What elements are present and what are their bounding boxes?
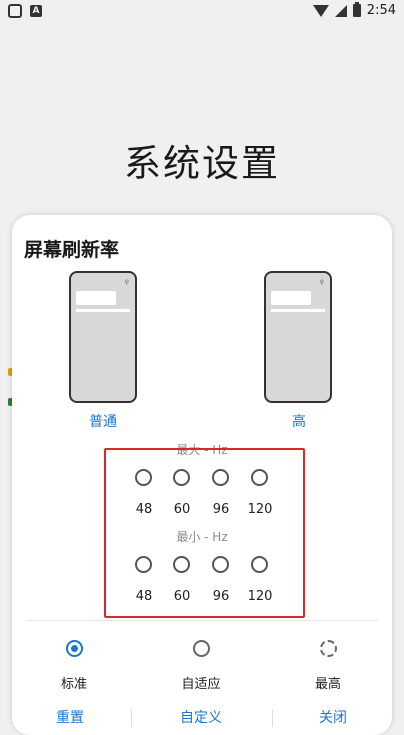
mode-radio-standard[interactable] <box>66 640 83 657</box>
phone-normal-label[interactable]: 普通 <box>63 411 143 431</box>
mode-radio-max[interactable] <box>320 640 337 657</box>
status-left: A <box>8 4 42 18</box>
wifi-icon <box>312 4 329 17</box>
app-notification-icon <box>8 4 22 18</box>
close-button[interactable]: 关闭 <box>288 707 378 727</box>
status-time: 2:54 <box>366 3 396 18</box>
highlight-frame <box>104 448 305 618</box>
status-right: 2:54 <box>312 2 396 18</box>
custom-button[interactable]: 自定义 <box>156 707 246 727</box>
phone-normal-preview[interactable]: ⚲ <box>69 271 137 403</box>
mode-label-standard: 标准 <box>60 677 87 692</box>
dialog-title: 屏幕刷新率 <box>24 239 120 261</box>
mode-label-adaptive: 自适应 <box>181 677 221 692</box>
button-separator <box>131 709 132 727</box>
mode-label-max: 最高 <box>314 677 341 692</box>
battery-icon <box>352 2 361 17</box>
phone-high-label[interactable]: 高 <box>259 411 339 431</box>
signal-icon <box>334 4 347 17</box>
divider <box>26 620 378 621</box>
button-separator <box>272 709 273 727</box>
refresh-rate-dialog: 屏幕刷新率 ⚲ 普通 ⚲ 高 最大 - Hz 48 60 96 120 最小 -… <box>12 215 392 735</box>
page-title: 系统设置 <box>124 142 280 185</box>
status-bar: A 2:54 <box>0 0 404 24</box>
mode-radio-adaptive[interactable] <box>193 640 210 657</box>
reset-button[interactable]: 重置 <box>25 707 115 727</box>
phone-high-preview[interactable]: ⚲ <box>264 271 332 403</box>
search-icon: ⚲ <box>124 279 129 286</box>
a-notification-icon: A <box>30 5 42 17</box>
search-icon: ⚲ <box>319 279 324 286</box>
